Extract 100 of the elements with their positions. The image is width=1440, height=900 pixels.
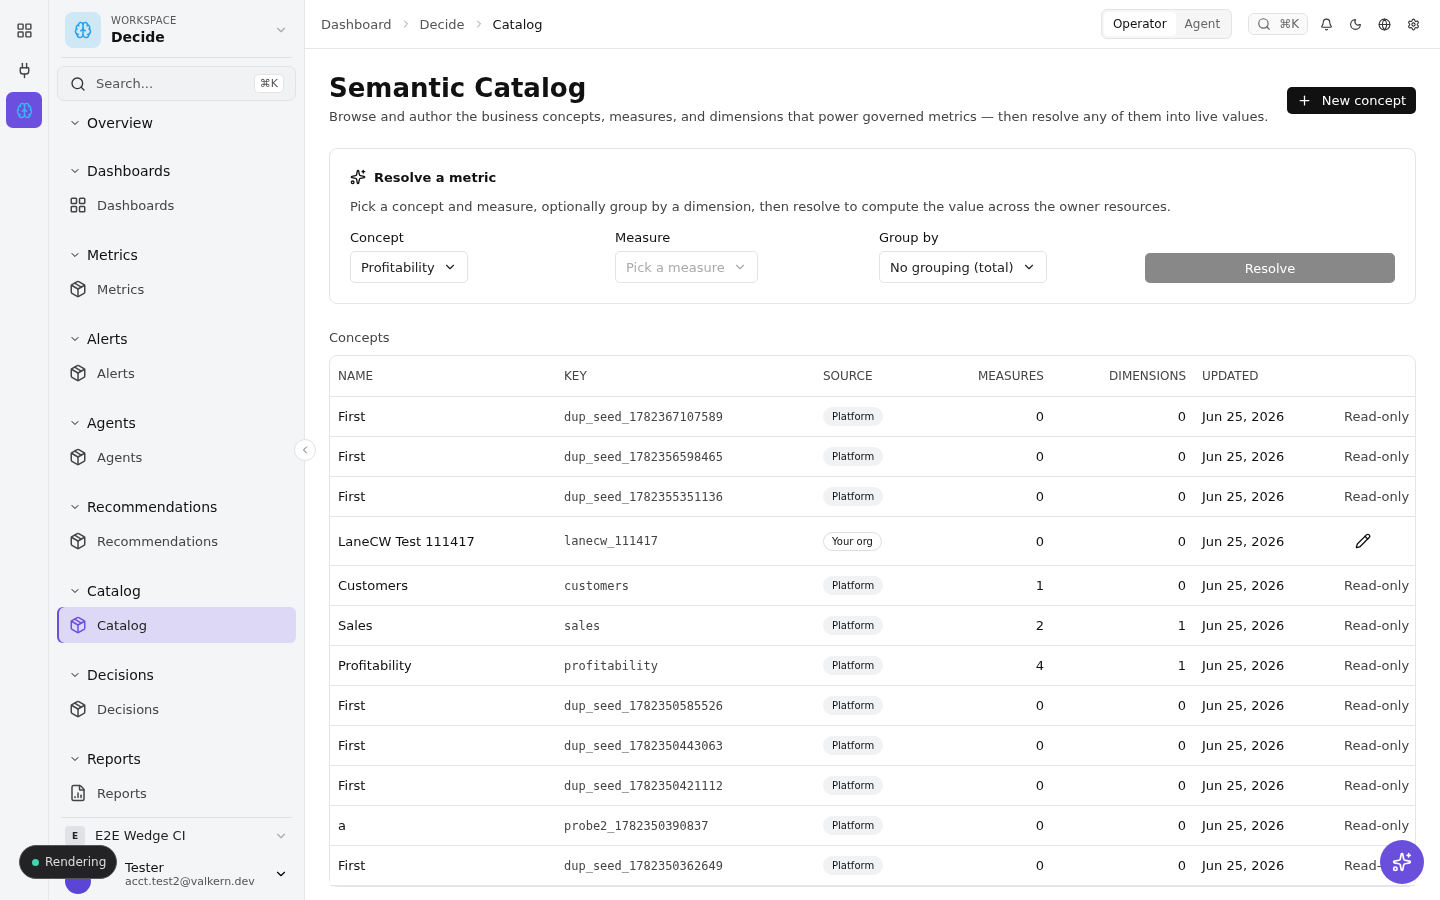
access-label: Read- bbox=[1344, 858, 1382, 873]
nav-group-header[interactable]: Reports bbox=[57, 743, 296, 776]
search-field[interactable]: Search... ⌘K bbox=[57, 66, 296, 102]
pencil-icon bbox=[1355, 533, 1371, 549]
search-icon bbox=[70, 75, 86, 92]
concept-key: dup_seed_1782367107589 bbox=[564, 409, 823, 424]
nav-item[interactable]: Dashboards bbox=[57, 187, 296, 224]
nav-item[interactable]: Reports bbox=[57, 775, 296, 812]
nav-item[interactable]: Decisions bbox=[57, 691, 296, 728]
updated-date: Jun 25, 2026 bbox=[1200, 618, 1286, 633]
workspace-name: Decide bbox=[111, 29, 166, 45]
concept-name: First bbox=[338, 698, 367, 713]
package-icon bbox=[69, 616, 87, 635]
edit-button[interactable] bbox=[1355, 533, 1371, 549]
source-tag: Platform bbox=[823, 576, 884, 595]
concept-key: dup_seed_1782350585526 bbox=[564, 698, 823, 713]
nav-group-header[interactable]: Catalog bbox=[57, 575, 296, 608]
access-label: Read-only bbox=[1344, 578, 1410, 593]
concept-name: First bbox=[338, 409, 367, 424]
new-concept-button[interactable]: New concept bbox=[1286, 87, 1416, 114]
source-tag: Platform bbox=[823, 696, 884, 715]
access-label: Read-only bbox=[1344, 738, 1410, 753]
nav-item[interactable]: Agents bbox=[57, 439, 296, 476]
nav-group-header[interactable]: Alerts bbox=[57, 323, 296, 356]
nav-group-header[interactable]: Decisions bbox=[57, 659, 296, 692]
concept-key: dup_seed_1782350443063 bbox=[564, 738, 823, 753]
measures-count: 0 bbox=[1034, 409, 1044, 424]
dimensions-count: 1 bbox=[1176, 658, 1186, 673]
search-icon bbox=[1257, 17, 1272, 31]
plus-icon bbox=[1296, 93, 1312, 108]
breadcrumb-link[interactable]: Dashboard bbox=[321, 16, 392, 32]
field-label: Concept bbox=[350, 230, 404, 245]
nav-item[interactable]: Alerts bbox=[57, 355, 296, 392]
user-name: Tester bbox=[125, 859, 165, 875]
concept-name: Sales bbox=[338, 618, 374, 633]
concept-name: First bbox=[338, 778, 367, 793]
command-button[interactable]: ⌘K bbox=[1248, 13, 1308, 35]
access-label: Read-only bbox=[1344, 449, 1410, 464]
concept-name: First bbox=[338, 489, 367, 504]
shortcut-key: ⌘K bbox=[254, 75, 283, 93]
measures-count: 0 bbox=[1034, 778, 1044, 793]
nav-item[interactable]: Metrics bbox=[57, 271, 296, 308]
source-tag: Platform bbox=[823, 656, 884, 675]
mode-tab[interactable]: Operator bbox=[1103, 12, 1176, 36]
page-subtitle: Browse and author the business concepts, measures, and dimensions that power governed metrics — then resolve any of them into live values. bbox=[329, 109, 1269, 124]
nav-group-header[interactable]: Dashboards bbox=[57, 155, 296, 188]
rail-button[interactable] bbox=[6, 92, 42, 128]
column-header: SOURCE bbox=[823, 369, 874, 383]
concept-key: dup_seed_1782350362649 bbox=[564, 858, 823, 873]
updated-date: Jun 25, 2026 bbox=[1200, 449, 1286, 464]
source-tag: Platform bbox=[823, 736, 884, 755]
concept-name: Customers bbox=[338, 578, 409, 593]
concept-name: First bbox=[338, 449, 367, 464]
nav-group-header[interactable]: Overview bbox=[57, 107, 296, 140]
column-header: UPDATED bbox=[1201, 369, 1260, 383]
measures-count: 0 bbox=[1034, 533, 1044, 549]
breadcrumb-link[interactable]: Decide bbox=[419, 16, 465, 32]
nav-group-header[interactable]: Agents bbox=[57, 407, 296, 440]
updated-date: Jun 25, 2026 bbox=[1200, 818, 1286, 833]
concept-name: Profitability bbox=[338, 658, 413, 673]
concept-key: profitability bbox=[564, 658, 823, 673]
breadcrumb-link[interactable]: Catalog bbox=[492, 16, 543, 32]
dimensions-count: 0 bbox=[1176, 489, 1186, 504]
select-field[interactable]: No grouping (total) bbox=[879, 251, 1047, 283]
dimensions-count: 0 bbox=[1176, 738, 1186, 753]
concept-key: dup_seed_1782356598465 bbox=[564, 449, 823, 464]
table-caption: Concepts bbox=[329, 330, 391, 345]
access-label: Read-only bbox=[1344, 778, 1410, 793]
nav-item[interactable]: Recommendations bbox=[57, 523, 296, 560]
concept-key: probe2_1782350390837 bbox=[564, 818, 823, 833]
column-header: NAME bbox=[338, 369, 375, 383]
access-label: Read-only bbox=[1344, 818, 1410, 833]
dimensions-count: 1 bbox=[1176, 618, 1186, 633]
source-tag: Platform bbox=[823, 447, 884, 466]
column-header: MEASURES bbox=[976, 369, 1044, 383]
nav-item[interactable]: Catalog bbox=[57, 607, 296, 644]
dimensions-count: 0 bbox=[1176, 818, 1186, 833]
measures-count: 0 bbox=[1034, 449, 1044, 464]
source-tag: Platform bbox=[823, 816, 884, 835]
measures-count: 4 bbox=[1034, 658, 1044, 673]
mode-tab[interactable]: Agent bbox=[1175, 12, 1230, 36]
measures-count: 1 bbox=[1034, 578, 1044, 593]
field-label: Group by bbox=[879, 230, 939, 245]
concept-name: LaneCW Test 111417 bbox=[338, 533, 476, 549]
card-title: Resolve a metric bbox=[374, 169, 497, 185]
nav-group-header[interactable]: Metrics bbox=[57, 239, 296, 272]
measures-count: 0 bbox=[1034, 489, 1044, 504]
page-title: Semantic Catalog bbox=[329, 73, 588, 103]
updated-date: Jun 25, 2026 bbox=[1200, 738, 1286, 753]
access-label: Read-only bbox=[1344, 658, 1410, 673]
concept-name: First bbox=[338, 858, 367, 873]
package-icon bbox=[69, 700, 87, 719]
updated-date: Jun 25, 2026 bbox=[1200, 409, 1286, 424]
concept-name: First bbox=[338, 738, 367, 753]
access-label: Read-only bbox=[1344, 489, 1410, 504]
workspace-label: WORKSPACE bbox=[111, 15, 178, 26]
nav-group-header[interactable]: Recommendations bbox=[57, 491, 296, 524]
package-icon bbox=[69, 448, 87, 467]
source-tag: Your org bbox=[823, 531, 882, 551]
select-field[interactable]: Profitability bbox=[350, 251, 468, 283]
